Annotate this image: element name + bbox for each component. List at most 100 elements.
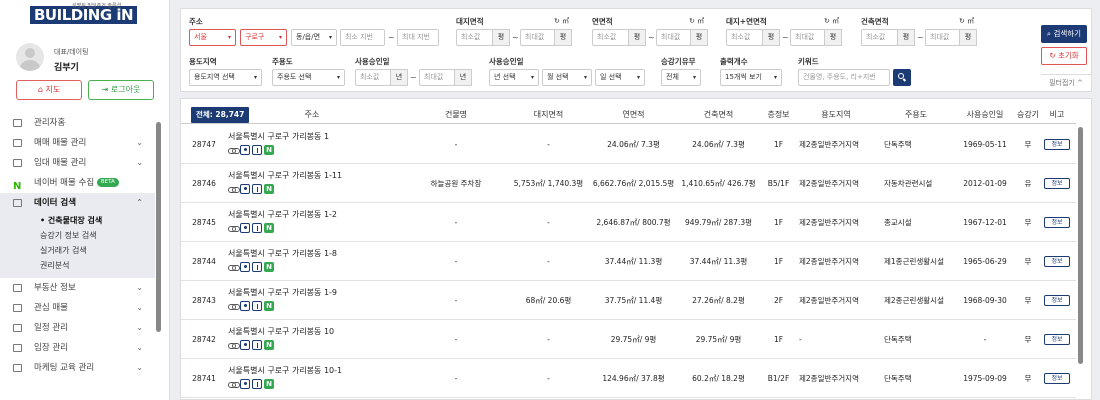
reset-button[interactable]: ↻ 초기화 [1041, 47, 1087, 65]
map-pin-icon[interactable] [240, 223, 250, 233]
dong-select[interactable]: 동/읍/면 ▾ [291, 29, 337, 46]
naver-icon[interactable]: N [264, 145, 274, 155]
sidebar-item-realestate-info[interactable]: 부동산 정보 ⌄ [0, 278, 155, 298]
submenu-item-rights[interactable]: 권리분석 [0, 258, 155, 273]
approval-max-input[interactable]: 최대값 [419, 69, 455, 86]
table-row[interactable]: 28741 - - 124.96㎡/ 37.8평 60.2㎡/ 18.2평 B1/2F 제2… [181, 359, 1076, 398]
building-unit-toggle[interactable]: ↻ ㎡ [959, 16, 974, 26]
land-floor-unit-toggle[interactable]: ↻ ㎡ [824, 16, 839, 26]
sidebar-item-schedule[interactable]: 일정 관리 ⌄ [0, 318, 155, 338]
logout-button[interactable]: ⇥ 로그아웃 [88, 80, 154, 100]
map-pin-icon[interactable] [240, 340, 250, 350]
gu-select[interactable]: 구로구 ▾ [240, 29, 287, 46]
submenu-item-transaction[interactable]: 실거래가 검색 [0, 243, 155, 258]
sidebar-item-data-search[interactable]: 데이터 검색 ⌃ [0, 193, 155, 213]
download-icon[interactable] [252, 262, 262, 272]
info-button[interactable]: 정보 [1044, 178, 1070, 189]
download-icon[interactable] [252, 184, 262, 194]
search-button[interactable]: ⌕ 검색하기 [1041, 25, 1087, 43]
floor-unit-toggle[interactable]: ↻ ㎡ [689, 16, 704, 26]
sidebar-item-marketing[interactable]: 마케팅 교육 관리 ⌄ [0, 358, 155, 378]
month-select[interactable]: 월 선택 ▾ [542, 69, 592, 86]
keyword-search-button[interactable] [893, 69, 911, 86]
map-pin-icon[interactable] [240, 262, 250, 272]
sidebar-item-lease[interactable]: 임대 매물 관리 ⌄ [0, 153, 155, 173]
logo[interactable]: BUILDING iN 성명된 빌딩주거 솔루션 [0, 0, 169, 30]
cell-address[interactable]: 서울특별시 구로구 가리봉동 10 [228, 326, 334, 337]
day-select[interactable]: 일 선택 ▾ [595, 69, 645, 86]
floor-max-input[interactable]: 최대값 [656, 29, 691, 46]
table-row[interactable]: 28742 - - 29.75㎡/ 9평 29.75㎡/ 9평 1F - 단독주택 - 무 서울특별… [181, 320, 1076, 359]
cell-address[interactable]: 서울특별시 구로구 가리봉동 10-1 [228, 365, 342, 376]
info-button[interactable]: 정보 [1044, 217, 1070, 228]
link-icon[interactable] [228, 379, 240, 389]
map-button[interactable]: ⌂ 지도 [16, 80, 82, 100]
sido-select[interactable]: 서울 ▾ [189, 29, 236, 46]
sidebar-item-fieldwork[interactable]: 임장 관리 ⌄ [0, 338, 155, 358]
land-min-input[interactable]: 최소값 [456, 29, 493, 46]
naver-icon[interactable]: N [264, 223, 274, 233]
info-button[interactable]: 정보 [1044, 295, 1070, 306]
cell-address[interactable]: 서울특별시 구로구 가리봉동 1-8 [228, 248, 337, 259]
link-icon[interactable] [228, 184, 240, 194]
link-icon[interactable] [228, 262, 240, 272]
naver-icon[interactable]: N [264, 340, 274, 350]
naver-icon[interactable]: N [264, 379, 274, 389]
download-icon[interactable] [252, 301, 262, 311]
info-button[interactable]: 정보 [1044, 139, 1070, 150]
link-icon[interactable] [228, 223, 240, 233]
map-pin-icon[interactable] [240, 301, 250, 311]
table-scrollbar[interactable] [1078, 127, 1083, 364]
count-select[interactable]: 15개씩 보기 ▾ [720, 69, 782, 86]
map-pin-icon[interactable] [240, 184, 250, 194]
table-row[interactable]: 28744 - - 37.44㎡/ 11.3평 37.44㎡/ 11.3평 1F 제2종일반… [181, 242, 1076, 281]
year-select[interactable]: 년 선택 ▾ [489, 69, 539, 86]
link-icon[interactable] [228, 301, 240, 311]
cell-use: 단독주택 [884, 140, 912, 149]
jibun-min-input[interactable]: 최소 지번 [340, 29, 385, 46]
floor-min-input[interactable]: 최소값 [592, 29, 629, 46]
download-icon[interactable] [252, 379, 262, 389]
table-row[interactable]: 28747 - - 24.06㎡/ 7.3평 24.06㎡/ 7.3평 1F 제2종일반주거… [181, 125, 1076, 164]
info-button[interactable]: 정보 [1044, 334, 1070, 345]
usezone-select[interactable]: 용도지역 선택 ▾ [189, 69, 262, 86]
sidebar-item-interest[interactable]: 관심 매물 ⌄ [0, 298, 155, 318]
submenu-item-building-register[interactable]: • 건축물대장 검색 [0, 213, 155, 228]
table-row[interactable]: 28745 - - 2,646.87㎡/ 800.7평 949.79㎡/ 287.3평 1… [181, 203, 1076, 242]
approval-min-input[interactable]: 최소값 [355, 69, 391, 86]
download-icon[interactable] [252, 145, 262, 155]
naver-icon[interactable]: N [264, 301, 274, 311]
building-min-input[interactable]: 최소값 [861, 29, 898, 46]
info-button[interactable]: 정보 [1044, 256, 1070, 267]
sidebar-item-admin-home[interactable]: 관리자홈 [0, 113, 155, 133]
map-pin-icon[interactable] [240, 379, 250, 389]
cell-address[interactable]: 서울특별시 구로구 가리봉동 1-9 [228, 287, 337, 298]
sidebar-item-naver[interactable]: N 네이버 매물 수집 BETA [0, 173, 155, 193]
land-floor-min-input[interactable]: 최소값 [726, 29, 763, 46]
land-floor-max-input[interactable]: 최대값 [790, 29, 825, 46]
land-unit-toggle[interactable]: ↻ ㎡ [554, 16, 569, 26]
submenu-item-elevator[interactable]: 승강기 정보 검색 [0, 228, 155, 243]
link-icon[interactable] [228, 340, 240, 350]
jibun-max-input[interactable]: 최대 지번 [397, 29, 439, 46]
building-max-input[interactable]: 최대값 [925, 29, 960, 46]
cell-address[interactable]: 서울특별시 구로구 가리봉동 1-2 [228, 209, 337, 220]
cell-address[interactable]: 서울특별시 구로구 가리봉동 1-11 [228, 170, 342, 181]
table-row[interactable]: 28743 - 68㎡/ 20.6평 37.75㎡/ 11.4평 27.26㎡/ 8.2… [181, 281, 1076, 320]
naver-icon[interactable]: N [264, 262, 274, 272]
elevator-select[interactable]: 전체 ▾ [661, 69, 701, 86]
sidebar-scrollbar[interactable] [156, 122, 161, 332]
download-icon[interactable] [252, 223, 262, 233]
keyword-input[interactable]: 건물명, 주용도, 리+지번 [798, 69, 890, 86]
naver-icon[interactable]: N [264, 184, 274, 194]
table-row[interactable]: 28746 하늘공원 주차장 5,753㎡/ 1,740.3평 6,662.76㎡/ … [181, 164, 1076, 203]
sidebar-item-sale[interactable]: 매매 매물 관리 ⌄ [0, 133, 155, 153]
cell-address[interactable]: 서울특별시 구로구 가리봉동 1 [228, 131, 329, 142]
mainuse-select[interactable]: 주용도 선택 ▾ [272, 69, 345, 86]
download-icon[interactable] [252, 340, 262, 350]
filter-fold-button[interactable]: 필터접기 ^ [1041, 74, 1091, 90]
link-icon[interactable] [228, 145, 240, 155]
land-max-input[interactable]: 최대값 [520, 29, 555, 46]
map-pin-icon[interactable] [240, 145, 250, 155]
info-button[interactable]: 정보 [1044, 373, 1070, 384]
